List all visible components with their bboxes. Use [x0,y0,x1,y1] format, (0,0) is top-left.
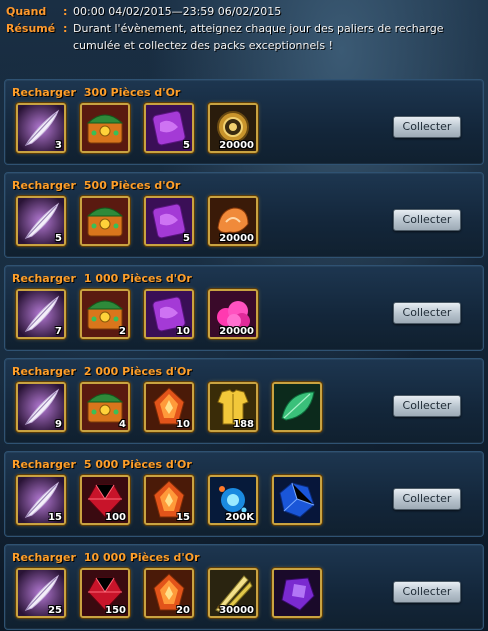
summary-row: Résumé : Durant l'évènement, atteignez c… [6,20,484,54]
item-quantity: 4 [119,419,126,430]
reward-item[interactable]: 4 [80,382,130,432]
tier-prefix: Recharger [12,365,76,378]
reward-item[interactable]: 20 [144,568,194,618]
tier-amount: 5 000 Pièces d'Or [83,458,192,471]
tier-prefix: Recharger [12,86,76,99]
when-label: Quand [6,5,47,18]
reward-item[interactable]: 200K [208,475,258,525]
item-quantity: 9 [55,419,62,430]
summary-label: Résumé [6,22,56,35]
reward-item[interactable]: 25 [16,568,66,618]
item-quantity: 5 [183,140,190,151]
event-header: Quand : 00:00 04/02/2015—23:59 06/02/201… [6,3,484,65]
item-quantity: 100 [105,512,126,523]
when-value: 00:00 04/02/2015—23:59 06/02/2015 [73,5,282,18]
tier-amount: 10 000 Pièces d'Or [83,551,200,564]
reward-item[interactable] [80,103,130,153]
item-quantity: 20 [176,605,190,616]
reward-item[interactable] [272,475,322,525]
reward-item[interactable]: 10 [144,289,194,339]
collect-button[interactable]: Collecter [393,209,461,231]
collect-button[interactable]: Collecter [393,302,461,324]
item-quantity: 5 [183,233,190,244]
item-quantity: 25 [48,605,62,616]
reward-item[interactable]: 150 [80,568,130,618]
tier-prefix: Recharger [12,179,76,192]
collect-button[interactable]: Collecter [393,395,461,417]
tier-title: Recharger 300 Pièces d'Or [12,86,180,99]
item-quantity: 15 [176,512,190,523]
tier-amount: 1 000 Pièces d'Or [83,272,192,285]
reward-item[interactable]: 7 [16,289,66,339]
reward-items: 15 100 15 200K [16,475,322,525]
reward-item[interactable]: 10 [144,382,194,432]
tier-amount: 500 Pièces d'Or [83,179,181,192]
reward-item[interactable]: 15 [144,475,194,525]
when-row: Quand : 00:00 04/02/2015—23:59 06/02/201… [6,5,282,18]
collect-button[interactable]: Collecter [393,116,461,138]
reward-items: 5 5 20000 [16,196,258,246]
reward-item[interactable]: 20000 [208,103,258,153]
collect-button[interactable]: Collecter [393,488,461,510]
tier-amount: 300 Pièces d'Or [83,86,181,99]
reward-item[interactable]: 3 [16,103,66,153]
reward-item[interactable]: 30000 [208,568,258,618]
item-quantity: 200K [225,512,254,523]
summary-value: Durant l'évènement, atteignez chaque jou… [73,22,444,52]
reward-item[interactable]: 100 [80,475,130,525]
reward-item[interactable]: 5 [144,103,194,153]
reward-item[interactable] [80,196,130,246]
item-quantity: 20000 [219,326,254,337]
tier-amount: 2 000 Pièces d'Or [83,365,192,378]
collect-button[interactable]: Collecter [393,581,461,603]
reward-item[interactable]: 5 [16,196,66,246]
reward-item[interactable]: 188 [208,382,258,432]
reward-item[interactable]: 2 [80,289,130,339]
reward-items: 3 5 20000 [16,103,258,153]
reward-item[interactable] [272,382,322,432]
item-quantity: 30000 [219,605,254,616]
reward-items: 7 2 10 20000 [16,289,258,339]
item-quantity: 10 [176,326,190,337]
item-quantity: 5 [55,233,62,244]
reward-item[interactable] [272,568,322,618]
reward-tier: Recharger 500 Pièces d'Or 5 5 20000 Collecter [4,172,484,258]
tier-title: Recharger 2 000 Pièces d'Or [12,365,192,378]
reward-items: 9 4 10 188 [16,382,322,432]
tier-prefix: Recharger [12,458,76,471]
reward-item[interactable]: 20000 [208,196,258,246]
reward-tier: Recharger 300 Pièces d'Or 3 5 20000 Collecter [4,79,484,165]
tier-prefix: Recharger [12,272,76,285]
reward-tier: Recharger 10 000 Pièces d'Or 25 150 20 30000 C… [4,544,484,630]
item-quantity: 20000 [219,233,254,244]
tier-title: Recharger 500 Pièces d'Or [12,179,180,192]
item-quantity: 15 [48,512,62,523]
item-quantity: 150 [105,605,126,616]
item-quantity: 2 [119,326,126,337]
reward-item[interactable]: 15 [16,475,66,525]
tier-prefix: Recharger [12,551,76,564]
item-quantity: 20000 [219,140,254,151]
item-quantity: 188 [233,419,254,430]
tier-title: Recharger 1 000 Pièces d'Or [12,272,192,285]
reward-tier: Recharger 2 000 Pièces d'Or 9 4 10 188 Collect… [4,358,484,444]
reward-tier: Recharger 5 000 Pièces d'Or 15 100 15 200K Col… [4,451,484,537]
item-quantity: 10 [176,419,190,430]
reward-items: 25 150 20 30000 [16,568,322,618]
item-quantity: 3 [55,140,62,151]
reward-item[interactable]: 9 [16,382,66,432]
reward-tier: Recharger 1 000 Pièces d'Or 7 2 10 20000 Colle… [4,265,484,351]
tier-title: Recharger 10 000 Pièces d'Or [12,551,200,564]
tier-title: Recharger 5 000 Pièces d'Or [12,458,192,471]
reward-item[interactable]: 5 [144,196,194,246]
reward-item[interactable]: 20000 [208,289,258,339]
item-quantity: 7 [55,326,62,337]
